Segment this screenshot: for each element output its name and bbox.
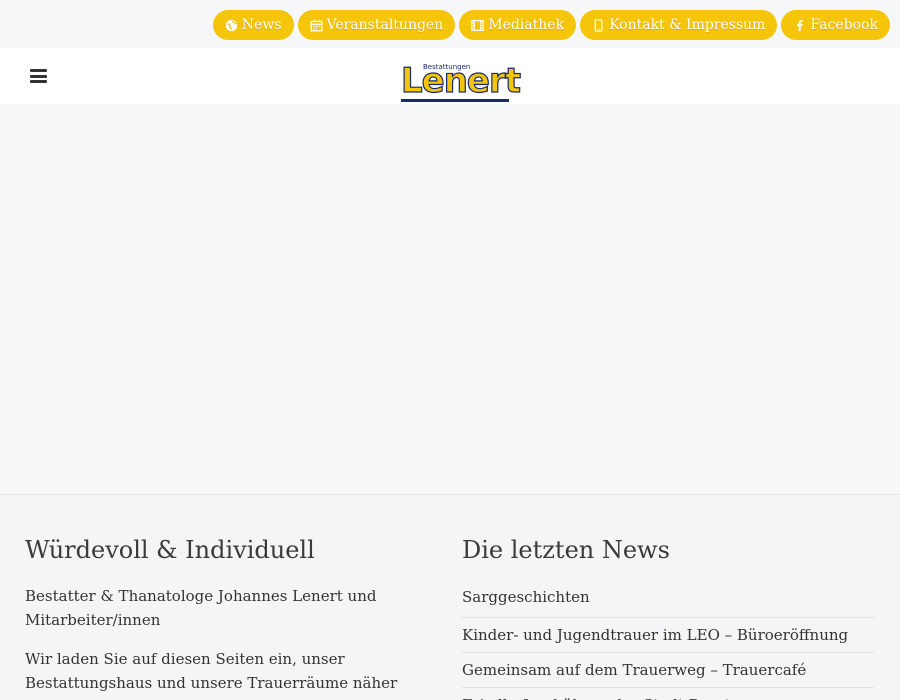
top-nav-pills: News Veranstaltungen Mediathek Kontakt &… — [212, 10, 890, 40]
about-paragraph-2: Wir laden Sie auf diesen Seiten ein, uns… — [25, 650, 398, 700]
news-section: Die letzten News Sarggeschichten Kinder-… — [462, 536, 874, 700]
nav-news-label: News — [241, 17, 282, 33]
news-item-link[interactable]: Kinder- und Jugendtrauer im LEO – Büroer… — [462, 618, 874, 653]
nav-news-button[interactable]: News — [212, 10, 294, 40]
news-item-link[interactable]: Sarggeschichten — [462, 584, 874, 618]
nav-kontakt-label: Kontakt & Impressum — [609, 17, 766, 33]
news-item-link[interactable]: Gemeinsam auf dem Trauerweg – Trauercafé — [462, 653, 874, 688]
nav-mediathek-button[interactable]: Mediathek — [459, 10, 577, 40]
site-header: Bestattungen Lenert — [0, 48, 900, 104]
about-section: Würdevoll & Individuell Bestatter & Than… — [25, 536, 435, 700]
news-item-link[interactable]: Friedhofsgebühren der Stadt Dorsten — [462, 688, 874, 700]
nav-veranstaltungen-label: Veranstaltungen — [326, 17, 444, 33]
facebook-icon — [793, 19, 806, 32]
film-icon — [471, 19, 485, 32]
nav-mediathek-label: Mediathek — [488, 17, 565, 33]
hero-slider-area — [0, 104, 900, 495]
phone-icon — [592, 18, 605, 32]
calendar-icon — [310, 19, 323, 32]
about-title: Würdevoll & Individuell — [25, 536, 315, 564]
top-navigation-bar: News Veranstaltungen Mediathek Kontakt &… — [0, 0, 900, 48]
logo-underline — [401, 99, 509, 102]
logo-title: Lenert — [400, 61, 521, 101]
nav-facebook-label: Facebook — [810, 17, 878, 33]
globe-icon — [225, 19, 238, 32]
about-paragraph-1: Bestatter & Thanatologe Johannes Lenert … — [25, 587, 377, 629]
site-logo[interactable]: Bestattungen Lenert — [400, 62, 522, 102]
footer-content: Würdevoll & Individuell Bestatter & Than… — [0, 496, 900, 700]
nav-kontakt-button[interactable]: Kontakt & Impressum — [580, 10, 778, 40]
nav-veranstaltungen-button[interactable]: Veranstaltungen — [297, 10, 456, 40]
nav-facebook-button[interactable]: Facebook — [781, 10, 890, 40]
menu-icon[interactable] — [30, 69, 47, 83]
news-list: Sarggeschichten Kinder- und Jugendtrauer… — [462, 584, 874, 700]
news-title: Die letzten News — [462, 536, 670, 564]
